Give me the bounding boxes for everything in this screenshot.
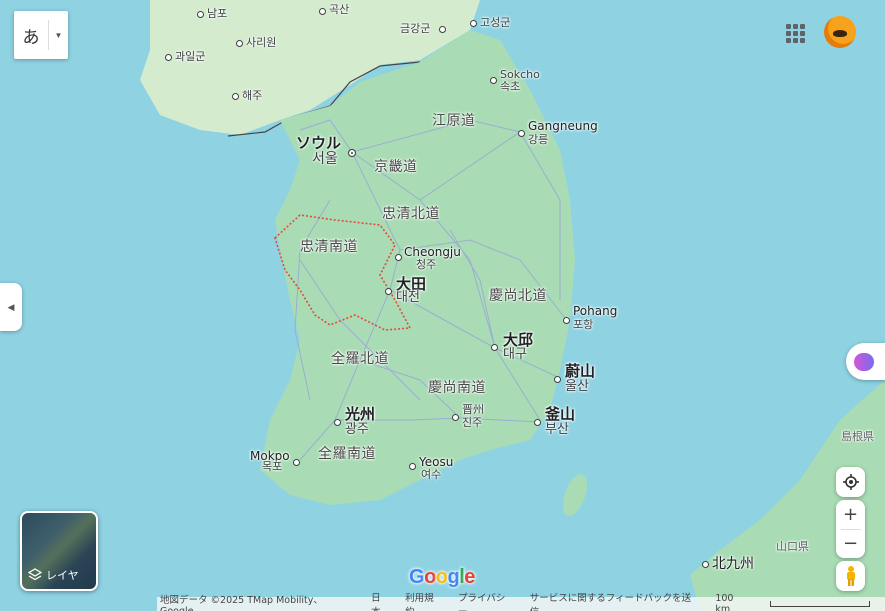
region-label-gyeongnam: 慶尚南道 bbox=[428, 380, 486, 396]
city-label-nampo[interactable]: 남포 bbox=[207, 7, 227, 20]
city-label-ulsan-ko: 울산 bbox=[565, 379, 589, 394]
region-label-gangwon: 江原道 bbox=[432, 113, 476, 129]
city-dot-mokpo[interactable] bbox=[293, 459, 300, 466]
region-label-shimane: 島根県 bbox=[841, 430, 874, 443]
city-dot-daejeon[interactable] bbox=[385, 288, 392, 295]
brain-icon bbox=[854, 352, 874, 371]
region-label-chungnam: 忠清南道 bbox=[300, 239, 358, 255]
city-label-sokcho-ko: 속초 bbox=[500, 80, 521, 93]
map-canvas[interactable] bbox=[0, 0, 885, 611]
city-dot-goseong[interactable] bbox=[470, 20, 477, 27]
region-label-jeonnam: 全羅南道 bbox=[318, 446, 376, 462]
city-label-pohang-ko: 포항 bbox=[573, 318, 594, 331]
city-dot-seoul[interactable] bbox=[348, 149, 356, 157]
region-label-gyeonggi: 京畿道 bbox=[374, 159, 418, 175]
city-dot-daegu[interactable] bbox=[491, 344, 498, 351]
city-dot-cheongju[interactable] bbox=[395, 254, 402, 261]
city-label-gwail[interactable]: 과일군 bbox=[175, 50, 205, 63]
attribution-text: 地図データ ©2025 TMap Mobility、Google bbox=[160, 594, 323, 611]
layers-button[interactable]: レイヤ bbox=[20, 511, 98, 591]
city-label-jinju-ko: 진주 bbox=[462, 416, 483, 429]
city-label-seoul-jp[interactable]: ソウル bbox=[296, 135, 341, 152]
city-dot-pohang[interactable] bbox=[563, 317, 570, 324]
feedback-link[interactable]: サービスに関するフィードバックを送信 bbox=[530, 590, 701, 611]
region-label-jeonbuk: 全羅北道 bbox=[331, 351, 389, 367]
city-dot-busan[interactable] bbox=[534, 419, 541, 426]
city-label-mokpo-ko: 목포 bbox=[262, 460, 283, 473]
city-label-busan-jp[interactable]: 釜山 bbox=[545, 406, 575, 423]
city-dot-geumgang[interactable] bbox=[439, 26, 446, 33]
chevron-left-icon: ◀ bbox=[7, 301, 15, 312]
pegman-icon bbox=[846, 566, 855, 586]
layers-label: レイヤ bbox=[46, 569, 79, 582]
apps-grid-icon[interactable] bbox=[784, 22, 806, 44]
region-label-chungbuk: 忠清北道 bbox=[382, 206, 440, 222]
city-dot-gwail[interactable] bbox=[165, 54, 172, 61]
city-label-gwangju-jp[interactable]: 光州 bbox=[345, 406, 375, 423]
city-dot-gwangju[interactable] bbox=[334, 419, 341, 426]
city-dot-jinju[interactable] bbox=[452, 414, 459, 421]
city-label-gangneung[interactable]: Gangneung bbox=[528, 119, 598, 133]
street-view-pegman-button[interactable] bbox=[836, 561, 865, 591]
city-label-daegu-ko: 대구 bbox=[503, 347, 527, 362]
city-label-goseong[interactable]: 고성군 bbox=[480, 16, 510, 29]
gemini-button[interactable] bbox=[846, 343, 885, 380]
city-dot-gangneung[interactable] bbox=[518, 130, 525, 137]
city-label-yeosu-ko: 여수 bbox=[421, 468, 442, 481]
zoom-out-button[interactable]: − bbox=[836, 530, 865, 558]
city-label-goksan[interactable]: 곡산 bbox=[329, 3, 349, 16]
input-method-button[interactable]: あ ▼ bbox=[14, 11, 68, 59]
city-label-pohang[interactable]: Pohang bbox=[573, 304, 617, 318]
city-label-seoul-ko: 서울 bbox=[312, 151, 338, 167]
city-dot-sariwon[interactable] bbox=[236, 40, 243, 47]
locate-icon bbox=[842, 474, 859, 490]
scale-label: 100 km bbox=[715, 593, 734, 611]
collapse-side-panel-button[interactable]: ◀ bbox=[0, 283, 22, 331]
caret-down-icon[interactable]: ▼ bbox=[49, 31, 68, 40]
city-label-jinju-jp[interactable]: 晋州 bbox=[462, 403, 484, 416]
scale-bar[interactable]: 100 km bbox=[715, 593, 885, 611]
city-label-geumgang[interactable]: 금강군 bbox=[400, 22, 430, 35]
city-label-daejeon-ko: 대전 bbox=[396, 290, 420, 305]
google-logo: Google bbox=[409, 566, 475, 588]
layers-icon bbox=[28, 568, 42, 581]
region-label-yamaguchi: 山口県 bbox=[776, 540, 809, 553]
country-link[interactable]: 日本 bbox=[371, 590, 390, 611]
city-label-gwangju-ko: 광주 bbox=[345, 422, 369, 437]
privacy-link[interactable]: プライバシー bbox=[458, 590, 515, 611]
region-label-gyeongbuk: 慶尚北道 bbox=[489, 288, 547, 304]
my-location-button[interactable] bbox=[836, 467, 865, 497]
city-label-busan-ko: 부산 bbox=[545, 422, 569, 437]
city-dot-sokcho[interactable] bbox=[490, 77, 497, 84]
ime-char: あ bbox=[22, 27, 40, 48]
city-dot-ulsan[interactable] bbox=[554, 376, 561, 383]
city-label-haeju[interactable]: 해주 bbox=[242, 89, 262, 102]
city-dot-yeosu[interactable] bbox=[409, 463, 416, 470]
city-label-kitakyushu[interactable]: 北九州 bbox=[712, 556, 754, 572]
scale-ruler bbox=[770, 601, 870, 607]
city-label-sariwon[interactable]: 사리원 bbox=[246, 36, 276, 49]
map-footer: 地図データ ©2025 TMap Mobility、Google 日本 利用規約… bbox=[157, 593, 885, 611]
zoom-control: + − bbox=[836, 500, 865, 558]
zoom-in-button[interactable]: + bbox=[836, 501, 865, 529]
city-dot-haeju[interactable] bbox=[232, 93, 239, 100]
city-dot-kitakyushu[interactable] bbox=[702, 561, 709, 568]
account-avatar[interactable] bbox=[824, 16, 856, 48]
city-label-cheongju-ko: 청주 bbox=[416, 258, 437, 271]
city-dot-nampo[interactable] bbox=[197, 11, 204, 18]
terms-link[interactable]: 利用規約 bbox=[405, 590, 443, 611]
city-label-gangneung-ko: 강릉 bbox=[528, 133, 549, 146]
city-dot-goksan[interactable] bbox=[319, 8, 326, 15]
city-label-ulsan-jp[interactable]: 蔚山 bbox=[565, 363, 595, 380]
